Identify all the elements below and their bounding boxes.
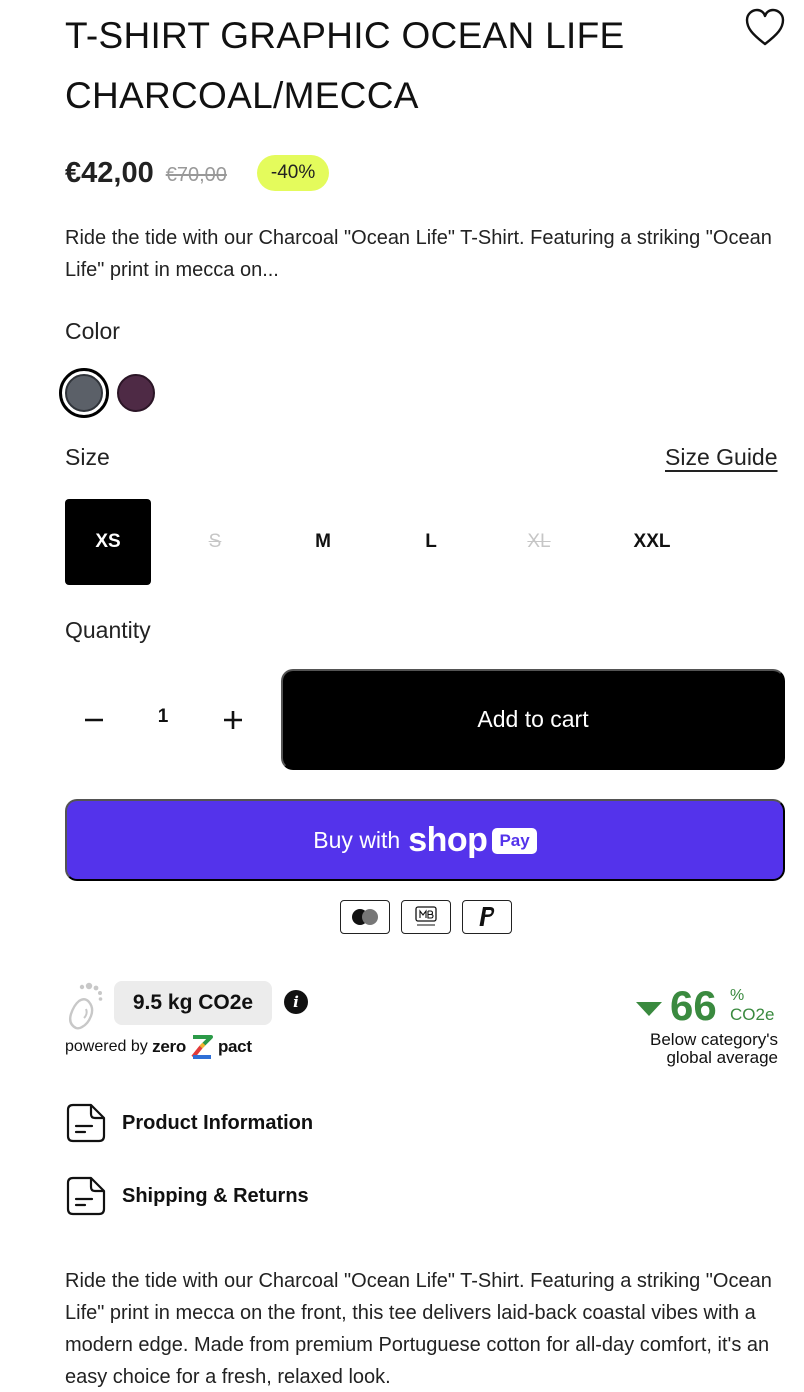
document-icon [65, 1102, 107, 1144]
price-row: €42,00 €70,00 -40% [65, 152, 330, 194]
down-arrow-icon [636, 1002, 662, 1016]
powered-by-zeropact: powered by zero pact [65, 1034, 252, 1060]
zeropact-logo-icon [190, 1034, 214, 1060]
long-description: Ride the tide with our Charcoal "Ocean L… [65, 1270, 772, 1388]
document-icon [65, 1175, 107, 1217]
reduction-value: 66 [670, 982, 717, 1029]
reduction-unit: CO2e [730, 1005, 775, 1024]
category-average-indicator: 66 % CO2e Below category's global averag… [610, 982, 780, 1072]
accordion-product-information[interactable]: Product Information [65, 1101, 465, 1145]
payment-methods [340, 900, 512, 934]
discount-badge: -40% [256, 155, 330, 191]
size-label: Size [65, 444, 110, 470]
size-options: XS S M L XL XXL [65, 499, 785, 585]
size-option-s[interactable]: S [172, 499, 258, 585]
size-option-l[interactable]: L [388, 499, 474, 585]
quantity-label: Quantity [65, 617, 151, 643]
size-option-xxl[interactable]: XXL [609, 499, 695, 585]
multibanco-icon [401, 900, 451, 934]
mastercard-icon [340, 900, 390, 934]
reduction-percent-sign: % [730, 987, 745, 1004]
wishlist-heart-icon[interactable] [744, 8, 786, 48]
short-description: Ride the tide with our Charcoal "Ocean L… [65, 227, 772, 281]
color-swatch-charcoal[interactable] [59, 368, 109, 418]
buy-with-shop-pay-button[interactable]: Buy with shop Pay [65, 799, 785, 881]
shop-brand-label: shop [408, 820, 488, 859]
accordion-shipping-returns[interactable]: Shipping & Returns [65, 1174, 465, 1218]
minus-icon[interactable] [74, 700, 114, 740]
current-price: €42,00 [65, 156, 154, 189]
size-option-xl[interactable]: XL [496, 499, 582, 585]
plus-icon[interactable] [213, 700, 253, 740]
size-option-xs[interactable]: XS [65, 499, 151, 585]
size-option-m[interactable]: M [280, 499, 366, 585]
accordion-label: Shipping & Returns [122, 1184, 309, 1207]
info-icon[interactable]: i [284, 990, 308, 1014]
paypal-icon [462, 900, 512, 934]
quantity-value[interactable]: 1 [143, 706, 183, 728]
pay-badge: Pay [492, 828, 537, 854]
original-price: €70,00 [165, 163, 227, 186]
quantity-stepper: 1 [65, 670, 265, 770]
reduction-note: Below category's global average [650, 1030, 778, 1067]
powered-by-label: powered by [65, 1038, 148, 1055]
zeropact-brand-left: zero [152, 1037, 186, 1056]
add-to-cart-button[interactable]: Add to cart [281, 669, 785, 770]
footprint-icon [66, 978, 104, 1030]
co2-value-badge: 9.5 kg CO2e [114, 981, 272, 1025]
color-label: Color [65, 318, 120, 344]
product-title: T-SHIRT GRAPHIC OCEAN LIFE CHARCOAL/MECC… [65, 15, 625, 116]
zeropact-brand-right: pact [217, 1037, 252, 1056]
color-swatch-mecca[interactable] [117, 374, 155, 412]
accordion-label: Product Information [122, 1111, 314, 1134]
size-guide-link[interactable]: Size Guide [665, 444, 778, 471]
buy-with-label: Buy with [313, 826, 401, 853]
